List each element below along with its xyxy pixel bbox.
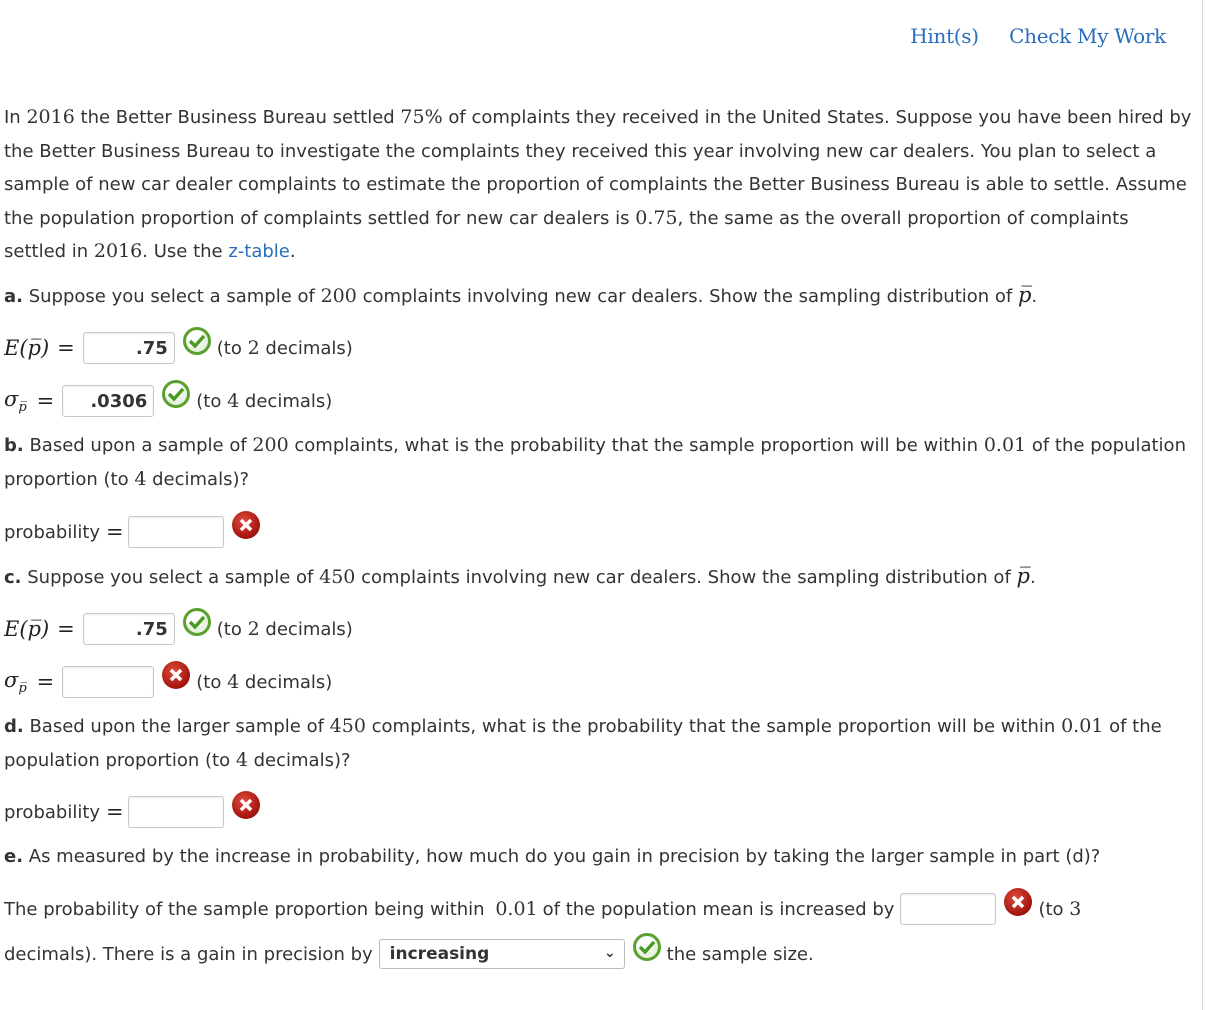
part-label: a. — [4, 286, 23, 307]
part-a-stddev-row: σp̅ = .0306 (to 4 decimals) — [4, 380, 333, 421]
part-b-probability-row: probability = — [4, 511, 266, 552]
part-label: b. — [4, 435, 24, 456]
p-bar-symbol: p̅ — [1016, 564, 1030, 588]
text: . — [1031, 286, 1038, 307]
expected-value-label: E(p̅) — [4, 617, 50, 641]
num: 0.01 — [1061, 715, 1104, 737]
num: 200 — [252, 434, 289, 456]
chevron-down-icon: ⌄ — [603, 945, 616, 961]
text: . — [289, 241, 296, 263]
text: Based upon the larger sample of — [23, 716, 330, 737]
x-icon — [231, 511, 260, 539]
precision-dropdown[interactable]: increasing ⌄ — [378, 939, 625, 969]
part-a-expected-row: E(p̅) = .75 (to 2 decimals) — [4, 327, 353, 368]
page-border — [1202, 0, 1203, 1010]
text: decimals). There is a gain in precision … — [4, 943, 373, 965]
x-icon — [162, 661, 191, 689]
part-d-probability-input[interactable] — [127, 796, 224, 828]
text: Based upon a sample of — [23, 435, 253, 456]
decimals-hint: (to 4 decimals) — [196, 390, 333, 412]
check-icon — [182, 327, 211, 355]
part-b-question: b. Based upon a sample of 200 complaints… — [4, 429, 1194, 496]
part-e-question: e. As measured by the increase in probab… — [4, 840, 1194, 874]
decimals-hint: (to 2 decimals) — [216, 618, 353, 640]
sigma-label: σp̅ — [4, 386, 27, 416]
num: 2016 — [93, 240, 143, 263]
equals: = — [106, 520, 124, 544]
probability-label: probability — [4, 521, 101, 543]
num: 2016 — [26, 106, 75, 128]
expected-value-label: E(p̅) — [4, 336, 50, 360]
text: decimals)? — [247, 749, 351, 771]
text: Suppose you select a sample of — [21, 567, 320, 588]
text: Suppose you select a sample of — [22, 286, 321, 307]
decimals-hint: (to 4 decimals) — [196, 671, 333, 693]
part-e-increase-row: The probability of the sample proportion… — [4, 888, 1194, 929]
z-table-link[interactable]: z-table — [228, 241, 290, 262]
part-b-probability-input[interactable] — [127, 516, 224, 548]
part-e-precision-row: decimals). There is a gain in precision … — [4, 933, 814, 974]
part-label: e. — [4, 846, 24, 867]
decimals-hint: (to 3 — [1038, 898, 1082, 920]
num: 0.75 — [635, 206, 678, 229]
num: 0.01 — [983, 434, 1027, 456]
part-a-expected-input[interactable]: .75 — [82, 332, 175, 364]
text: In — [4, 107, 27, 128]
hints-link[interactable]: Hint(s) — [910, 24, 979, 48]
equals: = — [106, 800, 124, 824]
num: 4 — [134, 467, 147, 490]
part-c-stddev-row: σp̅ = (to 4 decimals) — [4, 661, 333, 702]
num: 200 — [320, 285, 357, 307]
part-d-question: d. Based upon the larger sample of 450 c… — [4, 710, 1194, 777]
problem-intro: In 2016 the Better Business Bureau settl… — [4, 101, 1194, 269]
text: . — [1029, 567, 1036, 588]
text: complaints involving new car dealers. Sh… — [355, 567, 1017, 588]
num: 75% — [400, 106, 443, 128]
text: of the population mean is increased by — [542, 898, 895, 920]
part-c-expected-row: E(p̅) = .75 (to 2 decimals) — [4, 608, 353, 649]
text: complaints involving new car dealers. Sh… — [356, 286, 1018, 307]
num: 0.01 — [495, 898, 538, 920]
check-icon — [162, 380, 191, 408]
probability-label: probability — [4, 801, 101, 823]
check-my-work-link[interactable]: Check My Work — [1009, 24, 1166, 48]
text: complaints, what is the probability that… — [288, 435, 984, 456]
x-icon — [1004, 888, 1033, 916]
dropdown-value: increasing — [389, 944, 490, 964]
equals: = — [36, 670, 55, 694]
sigma-label: σp̅ — [4, 667, 27, 697]
check-icon — [632, 933, 661, 961]
part-d-probability-row: probability = — [4, 791, 266, 832]
part-e-increase-input[interactable] — [900, 893, 997, 925]
num: 4 — [235, 748, 248, 771]
num: 450 — [319, 566, 356, 588]
equals: = — [57, 336, 75, 360]
text: As measured by the increase in probabili… — [23, 846, 1101, 867]
equals: = — [57, 617, 75, 641]
text: complaints, what is the probability that… — [365, 716, 1062, 737]
part-c-stddev-input[interactable] — [62, 666, 155, 698]
decimals-hint: (to 2 decimals) — [216, 337, 353, 359]
text: the sample size. — [666, 943, 814, 965]
top-links: Hint(s) Check My Work — [886, 24, 1166, 48]
text: The probability of the sample proportion… — [4, 898, 491, 920]
part-c-question: c. Suppose you select a sample of 450 co… — [4, 560, 1194, 595]
part-label: c. — [4, 567, 22, 588]
equals: = — [36, 389, 55, 413]
part-c-expected-input[interactable]: .75 — [82, 613, 175, 645]
part-a-question: a. Suppose you select a sample of 200 co… — [4, 279, 1194, 314]
check-icon — [182, 608, 211, 636]
p-bar-symbol: p̅ — [1017, 283, 1032, 307]
part-a-stddev-input[interactable]: .0306 — [62, 385, 155, 417]
part-label: d. — [4, 716, 24, 737]
text: decimals)? — [146, 468, 250, 490]
text: . Use the — [142, 241, 229, 263]
text: the Better Business Bureau settled — [74, 107, 401, 128]
num: 450 — [329, 715, 366, 737]
x-icon — [231, 791, 260, 819]
